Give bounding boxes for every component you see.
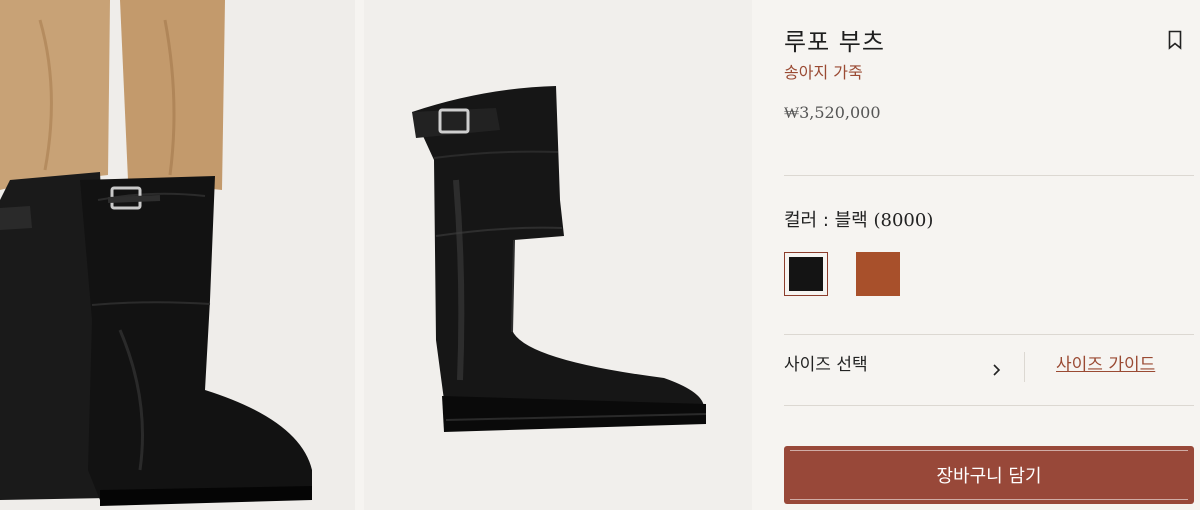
bookmark-icon[interactable]	[1168, 30, 1182, 50]
divider	[784, 334, 1194, 335]
button-inner-line	[790, 499, 1188, 500]
color-label: 컬러 : 블랙 (8000)	[784, 206, 933, 232]
divider	[784, 175, 1194, 176]
size-row: 사이즈 선택 사이즈 가이드	[784, 350, 1194, 390]
divider	[784, 405, 1194, 406]
product-material: 송아지 가죽	[784, 63, 863, 82]
product-image-boot	[364, 0, 752, 510]
color-name: 컬러 : 블랙	[784, 210, 868, 231]
add-to-cart-label: 장바구니 담기	[936, 466, 1042, 487]
product-price: ₩3,520,000	[784, 103, 881, 122]
swatch-fill	[789, 257, 823, 291]
swatch-fill	[856, 252, 900, 296]
color-swatch-black[interactable]	[784, 252, 828, 296]
button-inner-line	[790, 450, 1188, 451]
product-image-worn	[0, 0, 355, 510]
product-title: 루포 부츠	[784, 28, 885, 56]
add-to-cart-button[interactable]: 장바구니 담기	[784, 446, 1194, 504]
size-select[interactable]: 사이즈 선택	[784, 350, 868, 375]
product-detail-panel: 루포 부츠 송아지 가죽 ₩3,520,000 컬러 : 블랙 (8000) 사…	[784, 0, 1194, 510]
size-guide-link[interactable]: 사이즈 가이드	[1056, 350, 1155, 375]
vertical-divider	[1024, 352, 1025, 382]
color-swatch-brown[interactable]	[856, 252, 900, 296]
color-code: (8000)	[873, 210, 934, 231]
chevron-right-icon[interactable]	[992, 362, 1002, 376]
